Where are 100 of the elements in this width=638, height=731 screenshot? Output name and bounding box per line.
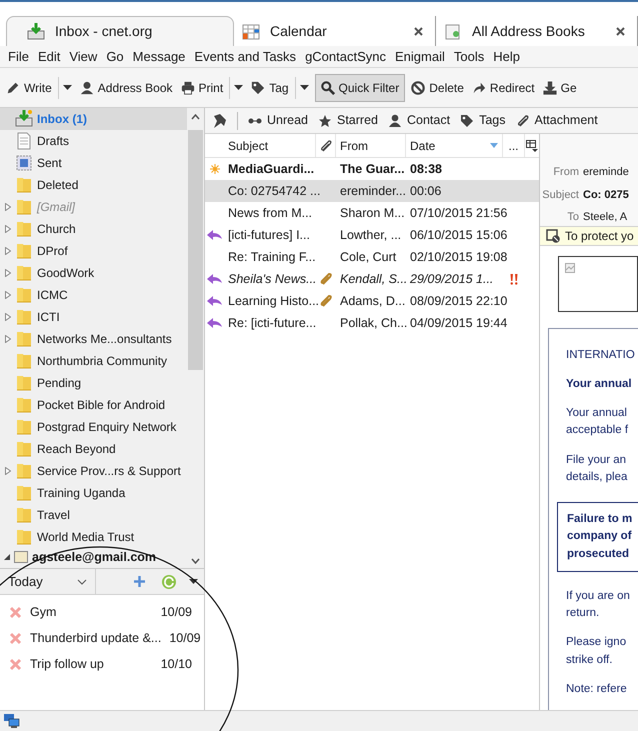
printer-icon xyxy=(180,80,194,94)
menu-item[interactable]: Go xyxy=(106,46,124,66)
pin-icon[interactable] xyxy=(211,112,227,128)
filter-button[interactable]: Tags xyxy=(460,111,506,130)
tag-icon xyxy=(251,80,266,94)
folder-icon xyxy=(15,330,33,348)
folder-item[interactable]: Church xyxy=(0,218,187,240)
message-row[interactable]: Re: [icti-future... Pollak, Ch... 04/09/2015 19:44 xyxy=(205,312,539,334)
paperclip-icon xyxy=(320,273,332,285)
menu-item[interactable]: Edit xyxy=(38,46,60,66)
toolbar-button[interactable]: Ge xyxy=(540,74,579,102)
toolbar-button[interactable]: Write xyxy=(4,74,74,102)
filter-button[interactable]: Attachment xyxy=(516,111,598,130)
tab[interactable]: Inbox - cnet.org xyxy=(6,16,234,46)
account-icon xyxy=(14,551,28,563)
message-row[interactable]: Learning Histo... Adams, D... 08/09/2015 22:10 xyxy=(205,290,539,312)
menu-item[interactable]: Events and Tasks xyxy=(194,46,296,66)
toolbar-button[interactable]: Delete xyxy=(409,74,466,102)
column-header[interactable]: From xyxy=(336,134,406,157)
expand-triangle-icon[interactable] xyxy=(5,225,11,233)
menu-item[interactable]: File xyxy=(8,46,29,66)
folder-icon xyxy=(15,462,33,480)
close-icon[interactable] xyxy=(616,26,625,36)
subject-cell-text: MediaGuardi... xyxy=(227,160,316,178)
paragraph: Note: refere xyxy=(566,682,628,697)
folder-item[interactable]: Service Prov...rs & Support xyxy=(0,460,187,482)
message-row[interactable]: Re: Training F... Cole, Curt 02/10/2015 19:08 xyxy=(205,246,539,268)
task-item[interactable]: Gym 10/09 xyxy=(0,599,204,625)
from-cell-text: ereminder... xyxy=(339,182,406,200)
folder-item[interactable]: Deleted xyxy=(0,174,187,196)
column-header[interactable]: Date xyxy=(406,134,503,157)
folder-item[interactable]: Travel xyxy=(0,504,187,526)
scroll-up-icon[interactable] xyxy=(191,114,200,120)
field-label: To xyxy=(566,210,579,225)
menu-item[interactable]: Help xyxy=(493,46,520,66)
column-header[interactable]: ... xyxy=(503,134,525,157)
date-cell-text: 08:38 xyxy=(409,160,443,178)
star-icon xyxy=(318,114,332,128)
toolbar-button[interactable]: Tag xyxy=(249,74,311,102)
menu-item[interactable]: View xyxy=(69,46,98,66)
menu-item[interactable]: Message xyxy=(132,46,186,66)
blocked-image-icon xyxy=(546,228,560,242)
tag-icon xyxy=(460,114,474,128)
toolbar-button[interactable]: Quick Filter xyxy=(314,74,406,102)
message-row[interactable]: MediaGuardi... The Guar... 08:38 xyxy=(205,158,539,180)
folder-icon xyxy=(15,198,33,216)
folder-icon xyxy=(15,308,33,326)
folder-item[interactable]: Training Uganda xyxy=(0,482,187,504)
filter-button[interactable]: Starred xyxy=(318,111,378,130)
expand-triangle-icon[interactable] xyxy=(5,335,11,343)
reply-arrow-icon xyxy=(207,296,222,306)
reply-arrow-icon xyxy=(207,230,222,240)
menu-item[interactable]: Tools xyxy=(454,46,484,66)
refresh-icon[interactable] xyxy=(161,574,177,590)
sort-arrow-icon xyxy=(490,143,498,148)
expand-triangle-icon[interactable] xyxy=(5,291,11,299)
filter-button[interactable]: Unread xyxy=(248,111,308,130)
add-icon[interactable] xyxy=(134,576,145,587)
scroll-down-icon[interactable] xyxy=(191,558,200,564)
folder-item[interactable]: GoodWork xyxy=(0,262,187,284)
folder-item[interactable]: Networks Me...onsultants xyxy=(0,328,187,350)
folder-item[interactable]: Reach Beyond xyxy=(0,438,187,460)
expand-triangle-icon[interactable] xyxy=(5,313,11,321)
message-row[interactable]: Sheila's News... Kendall, S... 29/09/2015 1... xyxy=(205,268,539,290)
folder-item[interactable]: World Media Trust xyxy=(0,526,187,548)
folder-item[interactable]: ICTI xyxy=(0,306,187,328)
caret-icon[interactable] xyxy=(189,579,198,584)
folder-item[interactable]: Northumbria Community xyxy=(0,350,187,372)
paragraph: If you are on return. xyxy=(566,588,631,621)
menu-item[interactable]: Enigmail xyxy=(395,46,445,66)
expand-triangle-icon[interactable] xyxy=(5,203,11,211)
toolbar-button[interactable]: Print xyxy=(178,74,246,102)
expand-triangle-icon[interactable] xyxy=(5,467,11,475)
message-row[interactable]: Co: 02754742 ... ereminder... 00:06 xyxy=(205,180,539,202)
expand-triangle-icon[interactable] xyxy=(5,247,11,255)
collapse-triangle-icon[interactable] xyxy=(4,554,10,560)
toolbar-button[interactable]: Redirect xyxy=(470,74,537,102)
column-header[interactable]: Subject xyxy=(224,134,316,157)
task-item[interactable]: Thunderbird update &... 10/09 xyxy=(0,625,204,651)
filter-button[interactable]: Contact xyxy=(388,111,450,130)
message-row[interactable]: [icti-futures] I... Lowther, ... 06/10/2015 15:06 xyxy=(205,224,539,246)
toolbar-button[interactable]: Address Book xyxy=(78,74,174,102)
close-icon[interactable] xyxy=(414,26,423,36)
folder-icon xyxy=(15,242,33,260)
paperclip-icon xyxy=(320,140,332,152)
folder-icon xyxy=(15,484,33,502)
calendar-icon xyxy=(242,22,260,40)
scroll-thumb[interactable] xyxy=(188,130,203,370)
task-item[interactable]: Trip follow up 10/10 xyxy=(0,651,204,677)
folder-item[interactable]: Postgrad Enquiry Network xyxy=(0,416,187,438)
folder-item[interactable]: Drafts xyxy=(0,130,187,152)
folder-item[interactable]: Pending xyxy=(0,372,187,394)
folder-item[interactable]: Sent xyxy=(0,152,187,174)
folder-item[interactable]: Pocket Bible for Android xyxy=(0,394,187,416)
folder-item[interactable]: DProf xyxy=(0,240,187,262)
folder-icon xyxy=(15,528,33,546)
folder-item[interactable]: ICMC xyxy=(0,284,187,306)
message-row[interactable]: News from M... Sharon M... 07/10/2015 21:56 xyxy=(205,202,539,224)
expand-triangle-icon[interactable] xyxy=(5,269,11,277)
menu-item[interactable]: gContactSync xyxy=(305,46,386,66)
